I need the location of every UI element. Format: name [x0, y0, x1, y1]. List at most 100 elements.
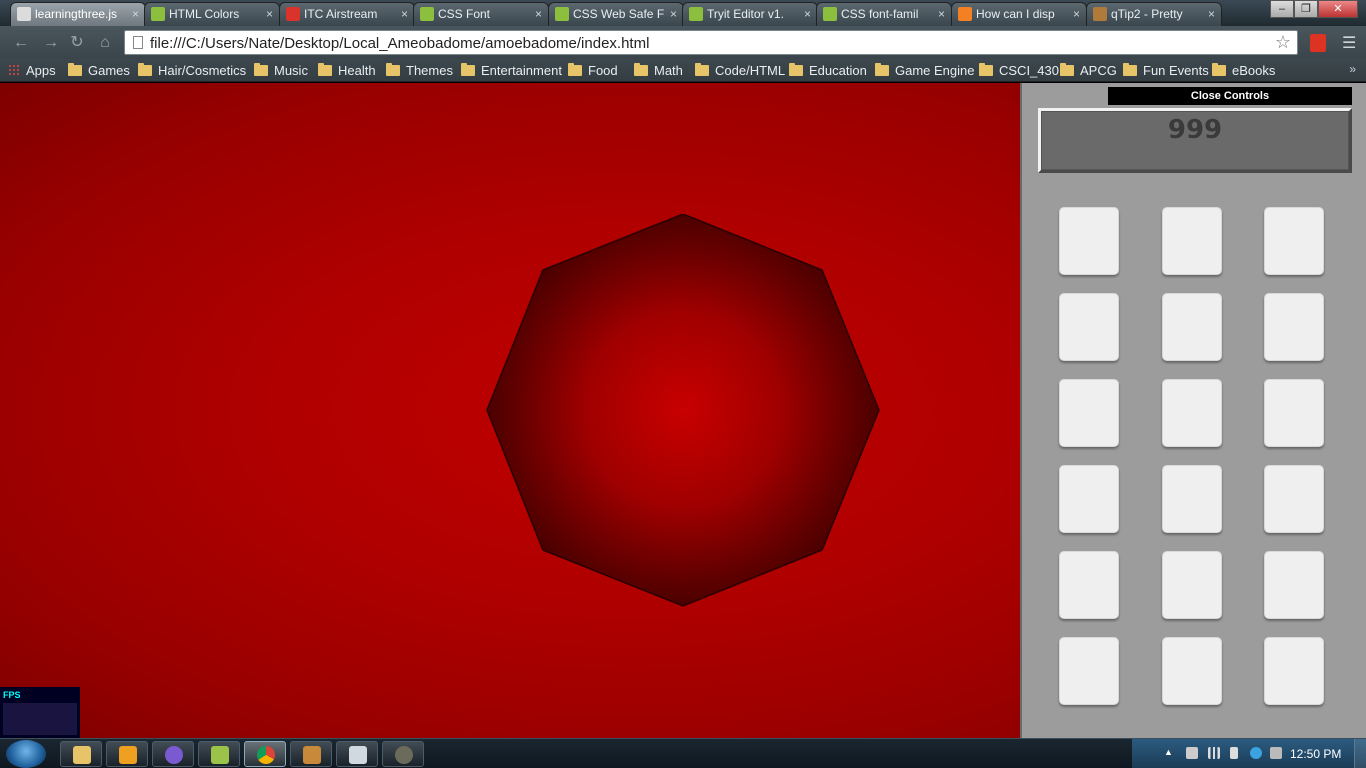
taskbar-editor[interactable]	[290, 741, 332, 767]
taskbar-libraries[interactable]	[198, 741, 240, 767]
counter-display: 999	[1038, 108, 1352, 173]
bookmark-code-html[interactable]: Code/HTML	[695, 62, 785, 79]
bookmark-education[interactable]: Education	[789, 62, 867, 79]
back-icon[interactable]: ←	[10, 32, 32, 54]
control-button-2[interactable]	[1162, 207, 1222, 275]
amoeba-dome-octagon[interactable]	[486, 214, 880, 608]
tab-close-icon[interactable]: ×	[938, 3, 945, 25]
address-bar[interactable]: file:///C:/Users/Nate/Desktop/Local_Ameo…	[124, 30, 1298, 55]
control-button-6[interactable]	[1264, 293, 1324, 361]
bookmark-label: Games	[88, 63, 130, 78]
bookmark-ebooks[interactable]: eBooks	[1212, 62, 1275, 79]
reload-icon[interactable]: ↻	[66, 32, 88, 54]
control-button-12[interactable]	[1264, 465, 1324, 533]
taskbar-media-player[interactable]	[106, 741, 148, 767]
control-button-17[interactable]	[1162, 637, 1222, 705]
control-button-1[interactable]	[1059, 207, 1119, 275]
control-button-11[interactable]	[1162, 465, 1222, 533]
show-hidden-icons-icon[interactable]: ▲	[1164, 747, 1176, 759]
security-icon[interactable]	[1250, 747, 1262, 759]
tab-close-icon[interactable]: ×	[266, 3, 273, 25]
bookmark-games[interactable]: Games	[68, 62, 130, 79]
tab-1[interactable]: HTML Colors ×	[144, 2, 280, 26]
taskbar-app[interactable]	[152, 741, 194, 767]
w3schools-icon	[823, 7, 837, 21]
libraries-icon	[211, 746, 229, 764]
bookmark-game-engine[interactable]: Game Engine	[875, 62, 975, 79]
tab-5[interactable]: Tryit Editor v1. ×	[682, 2, 818, 26]
bookmark-apps[interactable]: Apps	[8, 62, 56, 79]
game-canvas[interactable]: FPS	[0, 83, 1020, 739]
bookmark-food[interactable]: Food	[568, 62, 618, 79]
control-button-4[interactable]	[1059, 293, 1119, 361]
tab-close-icon[interactable]: ×	[804, 3, 811, 25]
control-button-5[interactable]	[1162, 293, 1222, 361]
bookmark-label: Game Engine	[895, 63, 975, 78]
bookmark-star-icon[interactable]: ☆	[1275, 32, 1291, 53]
maximize-button[interactable]: ❐	[1294, 0, 1318, 18]
w3schools-icon	[689, 7, 703, 21]
taskbar-explorer[interactable]	[60, 741, 102, 767]
control-button-14[interactable]	[1162, 551, 1222, 619]
tab-title: ITC Airstream	[304, 7, 378, 21]
tab-0[interactable]: learningthree.js ×	[10, 2, 146, 26]
taskbar-notepad[interactable]	[336, 741, 378, 767]
bookmark-math[interactable]: Math	[634, 62, 683, 79]
tray-app-icon[interactable]	[1270, 747, 1282, 759]
tab-close-icon[interactable]: ×	[401, 3, 408, 25]
tab-title: Tryit Editor v1.	[707, 7, 784, 21]
tab-4[interactable]: CSS Web Safe F ×	[548, 2, 684, 26]
control-button-7[interactable]	[1059, 379, 1119, 447]
clock[interactable]: 12:50 PM	[1290, 747, 1341, 761]
tab-close-icon[interactable]: ×	[1073, 3, 1080, 25]
tab-2[interactable]: ITC Airstream ×	[279, 2, 415, 26]
close-controls-button[interactable]: Close Controls	[1108, 87, 1352, 105]
close-window-button[interactable]: ✕	[1318, 0, 1358, 18]
controls-panel: Close Controls 999	[1020, 83, 1366, 738]
bookmark-fun-events[interactable]: Fun Events	[1123, 62, 1209, 79]
tab-6[interactable]: CSS font-famil ×	[816, 2, 952, 26]
control-button-18[interactable]	[1264, 637, 1324, 705]
bookmark-entertainment[interactable]: Entertainment	[461, 62, 562, 79]
bookmark-csci-430[interactable]: CSCI_430	[979, 62, 1059, 79]
more-bookmarks-button[interactable]: »	[1349, 62, 1356, 76]
tab-close-icon[interactable]: ×	[132, 3, 139, 25]
tab-8[interactable]: qTip2 - Pretty ×	[1086, 2, 1222, 26]
taskbar-gimp[interactable]	[382, 741, 424, 767]
url-text[interactable]: file:///C:/Users/Nate/Desktop/Local_Ameo…	[150, 35, 649, 52]
tab-close-icon[interactable]: ×	[670, 3, 677, 25]
windows-taskbar: ▲ 12:50 PM	[0, 738, 1366, 768]
minimize-button[interactable]: –	[1270, 0, 1294, 18]
control-button-10[interactable]	[1059, 465, 1119, 533]
bookmark-health[interactable]: Health	[318, 62, 376, 79]
bookmark-apcg[interactable]: APCG	[1060, 62, 1117, 79]
bookmark-music[interactable]: Music	[254, 62, 308, 79]
control-button-16[interactable]	[1059, 637, 1119, 705]
forward-icon[interactable]: →	[40, 32, 62, 54]
bookmark-themes[interactable]: Themes	[386, 62, 453, 79]
control-button-9[interactable]	[1264, 379, 1324, 447]
bookmark-label: eBooks	[1232, 63, 1276, 78]
chrome-menu-icon[interactable]: ☰	[1342, 33, 1356, 53]
tab-title: CSS Web Safe F	[573, 7, 665, 21]
control-button-15[interactable]	[1264, 551, 1324, 619]
home-icon[interactable]: ⌂	[94, 32, 116, 54]
network-icon[interactable]	[1208, 747, 1220, 759]
taskbar-chrome[interactable]	[244, 741, 286, 767]
extension-icon[interactable]	[1310, 34, 1326, 52]
tab-close-icon[interactable]: ×	[1208, 3, 1215, 25]
tab-7[interactable]: How can I disp ×	[951, 2, 1087, 26]
control-button-3[interactable]	[1264, 207, 1324, 275]
browser-titlebar: learningthree.js × HTML Colors × ITC Airstre…	[0, 0, 1366, 26]
control-button-13[interactable]	[1059, 551, 1119, 619]
tab-title: CSS font-famil	[841, 7, 919, 21]
start-button[interactable]	[6, 740, 46, 768]
tab-3[interactable]: CSS Font ×	[413, 2, 549, 26]
tab-close-icon[interactable]: ×	[535, 3, 542, 25]
volume-icon[interactable]	[1230, 747, 1238, 759]
control-button-8[interactable]	[1162, 379, 1222, 447]
bookmark-hair-cosmetics[interactable]: Hair/Cosmetics	[138, 62, 246, 79]
usb-icon[interactable]	[1186, 747, 1198, 759]
show-desktop-button[interactable]	[1354, 739, 1366, 768]
bookmark-label: CSCI_430	[999, 63, 1059, 78]
